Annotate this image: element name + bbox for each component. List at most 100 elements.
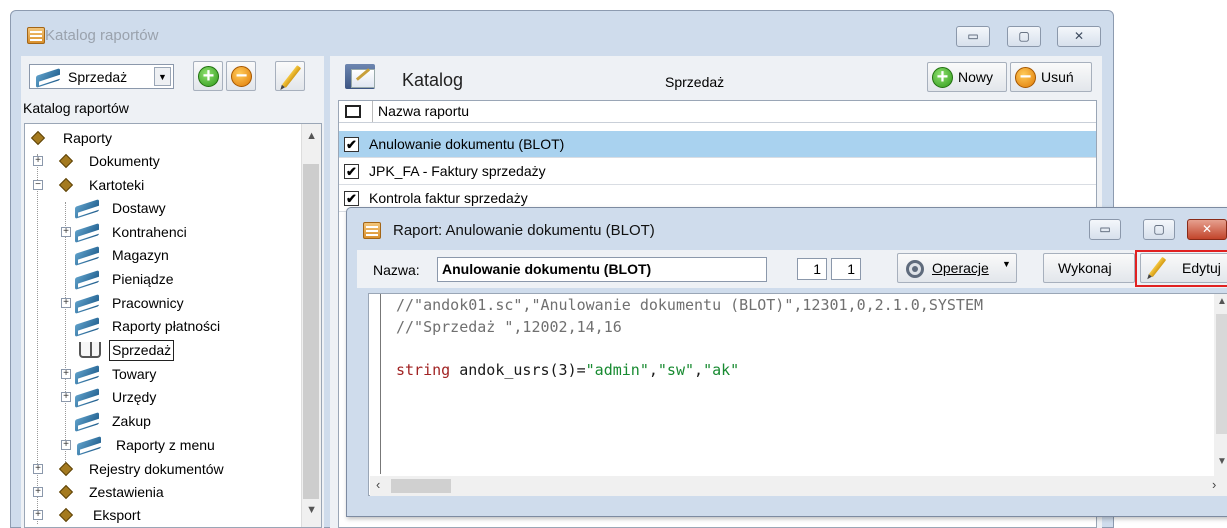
tree-header: Katalog raportów (23, 100, 129, 116)
run-label: Wykonaj (1058, 260, 1112, 276)
dialog-close-button[interactable]: ✕ (1187, 219, 1227, 240)
editor-gutter (369, 294, 381, 474)
tree-item-label: Raporty (63, 130, 113, 146)
list-header: Nazwa raportu (339, 101, 1096, 123)
dialog-maximize-button[interactable]: ▢ (1143, 219, 1175, 240)
catalog-tree-panel: Sprzedaż ▼ + − Katalog raportów Raporty … (21, 56, 324, 528)
operations-button[interactable]: Operacje ▼ (897, 253, 1017, 283)
new-report-button[interactable]: + Nowy (927, 62, 1007, 92)
dialog-minimize-button[interactable]: ▭ (1089, 219, 1121, 240)
category-select-value: Sprzedaż (68, 69, 128, 85)
code-editor[interactable]: //"andok01.sc","Anulowanie dokumentu (BL… (368, 293, 1227, 496)
book-icon (75, 318, 101, 334)
expand-icon[interactable]: + (33, 510, 43, 520)
remove-category-button[interactable]: − (226, 61, 256, 91)
code-line: string andok_usrs(3)="admin","sw","ak" (396, 361, 740, 379)
book-icon (75, 295, 101, 311)
dialog-toolbar: Nazwa: Anulowanie dokumentu (BLOT) 1 1 O… (357, 250, 1227, 288)
expand-icon[interactable]: + (61, 440, 71, 450)
window-title: Katalog raportów (45, 27, 159, 44)
code-line: //"andok01.sc","Anulowanie dokumentu (BL… (396, 296, 983, 314)
tree-item-label: Dostawy (112, 200, 166, 216)
book-icon (75, 224, 101, 240)
expand-icon[interactable]: + (61, 298, 71, 308)
category-select[interactable]: Sprzedaż ▼ (29, 64, 174, 89)
expand-icon[interactable]: + (33, 464, 43, 474)
folder-icon (345, 61, 377, 90)
scroll-right-icon[interactable]: › (1212, 477, 1216, 492)
row-label: JPK_FA - Faktury sprzedaży (369, 163, 546, 179)
dropdown-caret-icon: ▼ (1002, 259, 1011, 269)
row-checkbox[interactable]: ✔ (344, 191, 359, 206)
book-icon (75, 389, 101, 405)
expand-icon[interactable]: + (61, 392, 71, 402)
diamond-icon (58, 153, 74, 169)
run-button[interactable]: Wykonaj (1043, 253, 1135, 283)
report-name-input[interactable]: Anulowanie dokumentu (BLOT) (437, 257, 767, 282)
expand-icon[interactable]: + (61, 369, 71, 379)
page-count-field[interactable]: 1 (831, 258, 861, 280)
diamond-icon (58, 484, 74, 500)
chevron-down-icon[interactable]: ▼ (154, 67, 171, 86)
table-row[interactable]: ✔ JPK_FA - Faktury sprzedaży (339, 158, 1096, 185)
tree-item-label: Urzędy (112, 389, 157, 405)
report-icon (363, 222, 381, 239)
scroll-down-icon[interactable]: ▼ (306, 504, 317, 516)
pencil-icon (281, 65, 302, 88)
tree-scroll-thumb[interactable] (303, 164, 319, 499)
operations-label: Operacje (932, 260, 989, 276)
book-icon (75, 413, 101, 429)
row-label: Anulowanie dokumentu (BLOT) (369, 136, 565, 152)
edit-category-button[interactable] (275, 61, 305, 91)
pencil-icon (1148, 256, 1167, 278)
tree-item-label-selected: Sprzedaż (109, 340, 175, 361)
maximize-button[interactable]: ▢ (1007, 26, 1041, 47)
close-button[interactable]: ✕ (1057, 26, 1101, 47)
column-header-name[interactable]: Nazwa raportu (372, 101, 1092, 122)
delete-report-button[interactable]: − Usuń (1010, 62, 1092, 92)
scroll-down-icon[interactable]: ▼ (1217, 456, 1227, 467)
tree-item-label: Raporty płatności (112, 318, 221, 334)
tree-item-label: Eksport (93, 507, 141, 523)
minimize-button[interactable]: ▭ (956, 26, 990, 47)
edit-button[interactable]: Edytuj (1140, 253, 1227, 283)
tree-item-label: Zestawienia (89, 484, 164, 500)
scroll-up-icon[interactable]: ▲ (1217, 296, 1227, 307)
row-checkbox[interactable]: ✔ (344, 164, 359, 179)
name-label: Nazwa: (373, 262, 420, 278)
book-icon (75, 247, 101, 263)
scroll-up-icon[interactable]: ▲ (306, 130, 317, 142)
page-number-field[interactable]: 1 (797, 258, 827, 280)
editor-hscroll-thumb[interactable] (391, 479, 451, 493)
editor-vertical-scrollbar[interactable]: ▲ ▼ (1214, 294, 1227, 476)
table-row[interactable]: ✔ Anulowanie dokumentu (BLOT) (339, 131, 1096, 158)
tree-item-label: Towary (112, 366, 157, 382)
gear-icon (906, 260, 924, 278)
app-icon (27, 27, 45, 44)
tree-item-label: Rejestry dokumentów (89, 461, 224, 477)
panel-title: Katalog (402, 70, 464, 90)
catalog-tree[interactable]: Raporty + Dokumenty − Kartoteki Dostawy … (24, 123, 322, 528)
book-icon (75, 271, 101, 287)
expand-icon[interactable]: + (33, 156, 43, 166)
editor-vscroll-thumb[interactable] (1216, 314, 1227, 434)
expand-icon[interactable]: + (61, 227, 71, 237)
editor-horizontal-scrollbar[interactable]: ‹ › (370, 476, 1227, 496)
open-book-icon (79, 342, 101, 358)
expand-icon[interactable]: + (33, 487, 43, 497)
dialog-title: Raport: Anulowanie dokumentu (BLOT) (393, 222, 655, 239)
collapse-icon[interactable]: − (33, 180, 43, 190)
tree-item-label: Kartoteki (89, 177, 145, 193)
scroll-left-icon[interactable]: ‹ (376, 477, 380, 492)
report-dialog: Raport: Anulowanie dokumentu (BLOT) ▭ ▢ … (346, 207, 1227, 517)
book-icon (75, 200, 101, 216)
code-line: //"Sprzedaż ",12002,14,16 (396, 318, 622, 336)
book-icon (75, 366, 101, 382)
book-icon (77, 437, 103, 453)
diamond-icon (30, 130, 46, 146)
tree-scrollbar[interactable]: ▲ ▼ (301, 124, 321, 527)
select-all-checkbox[interactable] (345, 105, 361, 118)
add-category-button[interactable]: + (193, 61, 223, 91)
diamond-icon (58, 177, 74, 193)
row-checkbox[interactable]: ✔ (344, 137, 359, 152)
